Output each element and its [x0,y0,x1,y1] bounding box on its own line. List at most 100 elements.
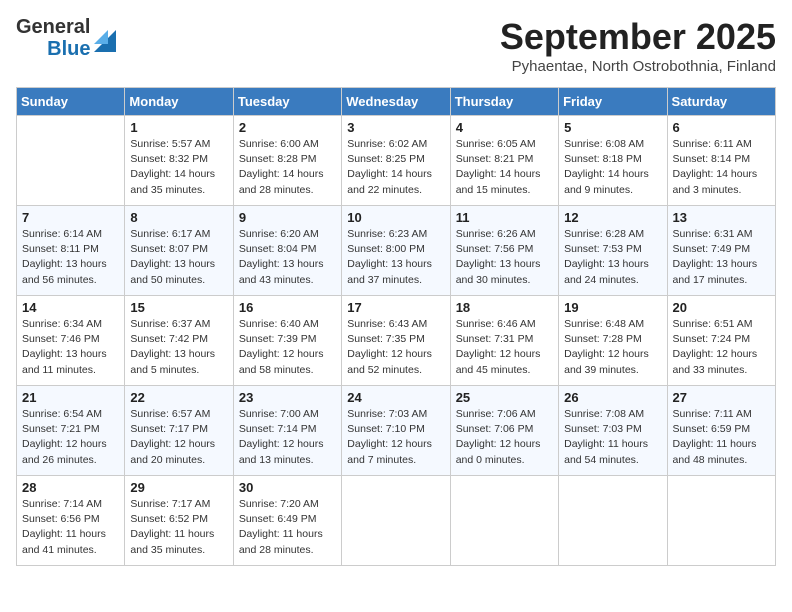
day-info: Sunrise: 6:43 AM Sunset: 7:35 PM Dayligh… [347,317,444,378]
calendar-cell [342,476,450,566]
day-number: 13 [673,210,770,225]
calendar-cell: 1Sunrise: 5:57 AM Sunset: 8:32 PM Daylig… [125,116,233,206]
logo-icon [94,24,116,52]
day-number: 6 [673,120,770,135]
day-info: Sunrise: 6:26 AM Sunset: 7:56 PM Dayligh… [456,227,553,288]
calendar-cell: 6 Sunrise: 6:11 AM Sunset: 8:14 PM Daylig… [667,116,775,206]
day-info: Sunrise: 6:08 AM Sunset: 8:18 PM Dayligh… [564,137,661,198]
calendar-cell: 19 Sunrise: 6:48 AM Sunset: 7:28 PM Dayli… [559,296,667,386]
calendar-cell: 8 Sunrise: 6:17 AM Sunset: 8:07 PM Daylig… [125,206,233,296]
day-number: 22 [130,390,227,405]
calendar-cell: 25 Sunrise: 7:06 AM Sunset: 7:06 PM Dayli… [450,386,558,476]
day-info: Sunrise: 7:11 AM Sunset: 6:59 PM Dayligh… [673,407,770,468]
logo-blue-text: Blue [47,38,90,60]
calendar-cell: 2 Sunrise: 6:00 AM Sunset: 8:28 PM Daylig… [233,116,341,206]
calendar-week-row: 14Sunrise: 6:34 AM Sunset: 7:46 PM Dayli… [17,296,776,386]
calendar-cell: 29 Sunrise: 7:17 AM Sunset: 6:52 PM Dayli… [125,476,233,566]
day-info: Sunrise: 7:03 AM Sunset: 7:10 PM Dayligh… [347,407,444,468]
day-number: 26 [564,390,661,405]
calendar-cell: 17 Sunrise: 6:43 AM Sunset: 7:35 PM Dayli… [342,296,450,386]
calendar-header-row: SundayMondayTuesdayWednesdayThursdayFrid… [17,88,776,116]
weekday-header: Wednesday [342,88,450,116]
day-info: Sunrise: 6:14 AM Sunset: 8:11 PM Dayligh… [22,227,119,288]
day-number: 9 [239,210,336,225]
day-number: 23 [239,390,336,405]
calendar-cell: 23 Sunrise: 7:00 AM Sunset: 7:14 PM Dayli… [233,386,341,476]
day-number: 27 [673,390,770,405]
day-number: 18 [456,300,553,315]
day-info: Sunrise: 7:06 AM Sunset: 7:06 PM Dayligh… [456,407,553,468]
day-info: Sunrise: 6:05 AM Sunset: 8:21 PM Dayligh… [456,137,553,198]
calendar-cell [667,476,775,566]
day-info: Sunrise: 6:34 AM Sunset: 7:46 PM Dayligh… [22,317,119,378]
day-number: 5 [564,120,661,135]
calendar-cell: 18 Sunrise: 6:46 AM Sunset: 7:31 PM Dayli… [450,296,558,386]
day-number: 24 [347,390,444,405]
day-info: Sunrise: 6:46 AM Sunset: 7:31 PM Dayligh… [456,317,553,378]
weekday-header: Thursday [450,88,558,116]
day-info: Sunrise: 7:08 AM Sunset: 7:03 PM Dayligh… [564,407,661,468]
day-info: Sunrise: 6:37 AM Sunset: 7:42 PM Dayligh… [130,317,227,378]
calendar-cell: 22 Sunrise: 6:57 AM Sunset: 7:17 PM Dayli… [125,386,233,476]
day-info: Sunrise: 6:31 AM Sunset: 7:49 PM Dayligh… [673,227,770,288]
calendar-cell: 10Sunrise: 6:23 AM Sunset: 8:00 PM Dayli… [342,206,450,296]
day-number: 25 [456,390,553,405]
calendar-cell [450,476,558,566]
calendar-cell: 30 Sunrise: 7:20 AM Sunset: 6:49 PM Dayli… [233,476,341,566]
day-number: 3 [347,120,444,135]
day-number: 29 [130,480,227,495]
weekday-header: Friday [559,88,667,116]
day-info: Sunrise: 6:23 AM Sunset: 8:00 PM Dayligh… [347,227,444,288]
day-info: Sunrise: 6:17 AM Sunset: 8:07 PM Dayligh… [130,227,227,288]
calendar-cell: 3 Sunrise: 6:02 AM Sunset: 8:25 PM Daylig… [342,116,450,206]
calendar-cell: 11 Sunrise: 6:26 AM Sunset: 7:56 PM Dayli… [450,206,558,296]
day-info: Sunrise: 6:11 AM Sunset: 8:14 PM Dayligh… [673,137,770,198]
month-title: September 2025 [500,16,776,58]
day-number: 30 [239,480,336,495]
day-number: 12 [564,210,661,225]
day-info: Sunrise: 6:20 AM Sunset: 8:04 PM Dayligh… [239,227,336,288]
logo: General Blue [16,16,116,60]
day-number: 15 [130,300,227,315]
day-number: 7 [22,210,119,225]
weekday-header: Sunday [17,88,125,116]
day-number: 2 [239,120,336,135]
calendar-week-row: 1Sunrise: 5:57 AM Sunset: 8:32 PM Daylig… [17,116,776,206]
day-number: 11 [456,210,553,225]
calendar-cell: 27 Sunrise: 7:11 AM Sunset: 6:59 PM Dayli… [667,386,775,476]
calendar-cell: 7 Sunrise: 6:14 AM Sunset: 8:11 PM Daylig… [17,206,125,296]
page-header: General Blue September 2025 Pyhaentae, N… [16,16,776,75]
day-info: Sunrise: 7:20 AM Sunset: 6:49 PM Dayligh… [239,497,336,558]
calendar-cell [559,476,667,566]
day-info: Sunrise: 6:28 AM Sunset: 7:53 PM Dayligh… [564,227,661,288]
calendar-cell: 4 Sunrise: 6:05 AM Sunset: 8:21 PM Daylig… [450,116,558,206]
calendar-week-row: 7 Sunrise: 6:14 AM Sunset: 8:11 PM Daylig… [17,206,776,296]
day-info: Sunrise: 6:57 AM Sunset: 7:17 PM Dayligh… [130,407,227,468]
calendar-week-row: 28Sunrise: 7:14 AM Sunset: 6:56 PM Dayli… [17,476,776,566]
day-number: 4 [456,120,553,135]
day-number: 1 [130,120,227,135]
day-info: Sunrise: 7:17 AM Sunset: 6:52 PM Dayligh… [130,497,227,558]
day-number: 21 [22,390,119,405]
day-info: Sunrise: 7:00 AM Sunset: 7:14 PM Dayligh… [239,407,336,468]
weekday-header: Monday [125,88,233,116]
calendar-week-row: 21Sunrise: 6:54 AM Sunset: 7:21 PM Dayli… [17,386,776,476]
day-info: Sunrise: 7:14 AM Sunset: 6:56 PM Dayligh… [22,497,119,558]
calendar-cell: 24 Sunrise: 7:03 AM Sunset: 7:10 PM Dayli… [342,386,450,476]
calendar-cell: 21Sunrise: 6:54 AM Sunset: 7:21 PM Dayli… [17,386,125,476]
day-number: 17 [347,300,444,315]
day-info: Sunrise: 6:00 AM Sunset: 8:28 PM Dayligh… [239,137,336,198]
calendar-cell [17,116,125,206]
logo-general-text: General [16,16,90,38]
calendar-cell: 13 Sunrise: 6:31 AM Sunset: 7:49 PM Dayli… [667,206,775,296]
calendar-cell: 12 Sunrise: 6:28 AM Sunset: 7:53 PM Dayli… [559,206,667,296]
location-subtitle: Pyhaentae, North Ostrobothnia, Finland [500,58,776,75]
day-number: 19 [564,300,661,315]
day-info: Sunrise: 6:48 AM Sunset: 7:28 PM Dayligh… [564,317,661,378]
title-block: September 2025 Pyhaentae, North Ostrobot… [500,16,776,75]
calendar-table: SundayMondayTuesdayWednesdayThursdayFrid… [16,87,776,566]
calendar-cell: 15 Sunrise: 6:37 AM Sunset: 7:42 PM Dayli… [125,296,233,386]
day-number: 8 [130,210,227,225]
day-info: Sunrise: 6:51 AM Sunset: 7:24 PM Dayligh… [673,317,770,378]
day-info: Sunrise: 6:02 AM Sunset: 8:25 PM Dayligh… [347,137,444,198]
